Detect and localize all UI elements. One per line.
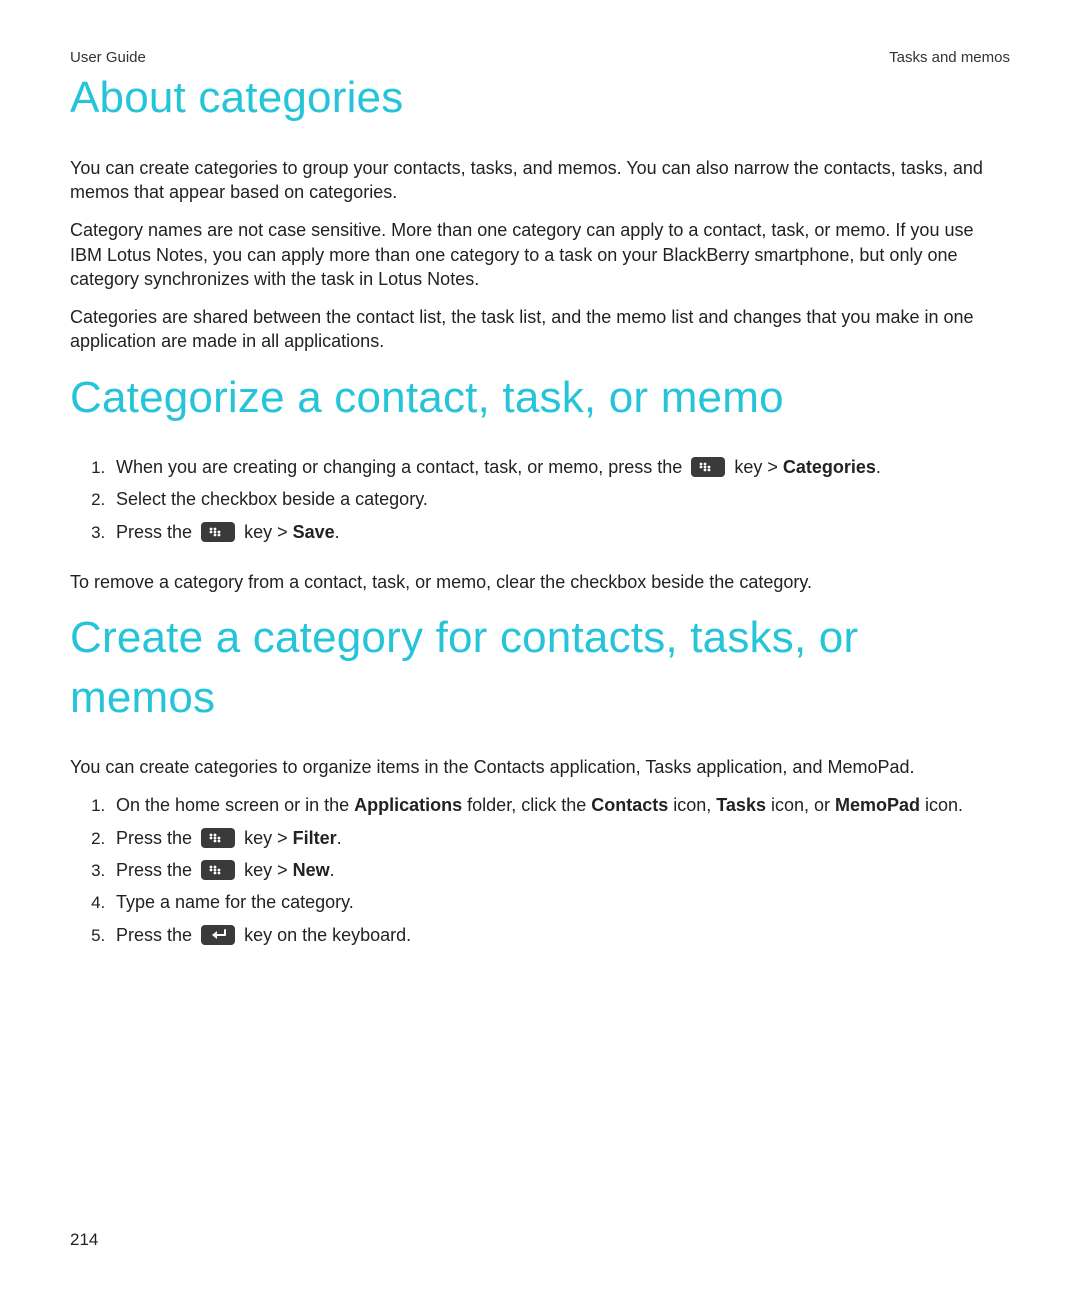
create-step-1: On the home screen or in the Application… — [110, 793, 1010, 817]
step-text: key on the keyboard. — [244, 925, 411, 945]
categorize-note: To remove a category from a contact, tas… — [70, 570, 1010, 594]
step-text: key > — [244, 828, 293, 848]
step-text: Press the — [116, 828, 197, 848]
step-text: icon. — [920, 795, 963, 815]
step-bold: MemoPad — [835, 795, 920, 815]
step-text: . — [335, 522, 340, 542]
categorize-steps: When you are creating or changing a cont… — [70, 455, 1010, 544]
enter-key-icon — [201, 925, 235, 945]
step-text: Press the — [116, 925, 197, 945]
step-text: When you are creating or changing a cont… — [116, 457, 687, 477]
bb-menu-key-icon — [201, 522, 235, 542]
about-paragraph-3: Categories are shared between the contac… — [70, 305, 1010, 354]
step-text: Press the — [116, 522, 197, 542]
categorize-step-3: Press the key > Save. — [110, 520, 1010, 544]
about-paragraph-2: Category names are not case sensitive. M… — [70, 218, 1010, 291]
step-text: On the home screen or in the — [116, 795, 354, 815]
step-text: icon, — [668, 795, 716, 815]
categorize-step-2: Select the checkbox beside a category. — [110, 487, 1010, 511]
step-bold: Applications — [354, 795, 462, 815]
about-paragraph-1: You can create categories to group your … — [70, 156, 1010, 205]
heading-about-categories: About categories — [70, 68, 1010, 127]
create-intro: You can create categories to organize it… — [70, 755, 1010, 779]
step-text: key > — [734, 457, 783, 477]
create-step-2: Press the key > Filter. — [110, 826, 1010, 850]
bb-menu-key-icon — [201, 860, 235, 880]
step-text: Press the — [116, 860, 197, 880]
bb-menu-key-icon — [691, 457, 725, 477]
step-text: . — [876, 457, 881, 477]
header-left: User Guide — [70, 48, 146, 68]
categorize-step-1: When you are creating or changing a cont… — [110, 455, 1010, 479]
step-text: key > — [244, 860, 293, 880]
step-text: key > — [244, 522, 293, 542]
step-bold: Tasks — [716, 795, 766, 815]
step-bold: New — [293, 860, 330, 880]
step-text: folder, click the — [462, 795, 591, 815]
step-bold: Categories — [783, 457, 876, 477]
create-step-5: Press the key on the keyboard. — [110, 923, 1010, 947]
heading-create-category: Create a category for contacts, tasks, o… — [70, 608, 1010, 727]
step-bold: Filter — [293, 828, 337, 848]
step-bold: Save — [293, 522, 335, 542]
step-text: . — [337, 828, 342, 848]
create-step-3: Press the key > New. — [110, 858, 1010, 882]
step-text: . — [330, 860, 335, 880]
page-number: 214 — [70, 1229, 98, 1252]
step-text: icon, or — [766, 795, 835, 815]
create-step-4: Type a name for the category. — [110, 890, 1010, 914]
running-header: User Guide Tasks and memos — [70, 48, 1010, 68]
header-right: Tasks and memos — [889, 48, 1010, 68]
heading-categorize: Categorize a contact, task, or memo — [70, 368, 1010, 427]
create-steps: On the home screen or in the Application… — [70, 793, 1010, 946]
bb-menu-key-icon — [201, 828, 235, 848]
step-bold: Contacts — [591, 795, 668, 815]
